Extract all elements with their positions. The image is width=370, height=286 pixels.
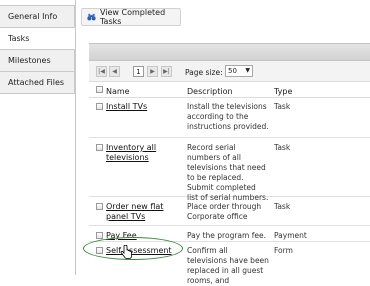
- tab-milestones[interactable]: Milestones: [0, 49, 75, 72]
- table-header: Name Description Type: [89, 83, 370, 98]
- table-row: Order new flat panel TVs Place order thr…: [89, 199, 370, 226]
- tasks-panel: View Completed Tasks |◀ ◀ 1 ▶ ▶| Page si…: [75, 0, 370, 285]
- task-type: Task: [274, 102, 291, 111]
- task-description: Confirm all televisions have been replac…: [187, 246, 269, 285]
- page-size-label: Page size:: [185, 68, 223, 77]
- task-name-link[interactable]: Self Assessment: [106, 246, 178, 256]
- task-name-link[interactable]: Install TVs: [106, 102, 178, 112]
- chevron-down-icon: ▼: [245, 67, 250, 74]
- task-description: Place order through Corporate office: [187, 202, 262, 221]
- row-checkbox[interactable]: [96, 247, 103, 254]
- table-row: Inventory all televisions Record serial …: [89, 140, 370, 202]
- select-all-checkbox[interactable]: [96, 86, 103, 93]
- tab-general-info[interactable]: General Info: [0, 5, 75, 28]
- task-name-link[interactable]: Order new flat panel TVs: [106, 202, 178, 222]
- current-page-number[interactable]: 1: [133, 66, 144, 77]
- first-page-icon[interactable]: |◀: [96, 66, 107, 77]
- table-row: Install TVs Install the televisions acco…: [89, 99, 370, 138]
- sidebar: General Info Tasks Milestones Attached F…: [0, 0, 76, 275]
- row-checkbox[interactable]: [96, 103, 103, 110]
- task-name-link[interactable]: Inventory all televisions: [106, 143, 178, 163]
- task-description: Record serial numbers of all televisions…: [187, 143, 269, 202]
- row-checkbox[interactable]: [96, 144, 103, 151]
- pager: |◀ ◀ 1 ▶ ▶| Page size: 50 ▼: [89, 61, 370, 82]
- task-description: Pay the program fee.: [187, 231, 266, 240]
- binoculars-icon: [87, 13, 96, 21]
- task-type: Payment: [274, 231, 307, 240]
- table-row: Pay Fee Pay the program fee. Payment: [89, 228, 370, 242]
- previous-page-icon[interactable]: ◀: [109, 66, 120, 77]
- view-completed-tasks-button[interactable]: View Completed Tasks: [81, 8, 181, 26]
- view-completed-tasks-label: View Completed Tasks: [99, 8, 166, 26]
- page-size-value: 50: [228, 67, 237, 75]
- row-checkbox[interactable]: [96, 232, 103, 239]
- column-header-type[interactable]: Type: [274, 87, 292, 96]
- row-checkbox[interactable]: [96, 203, 103, 210]
- tab-attached-files[interactable]: Attached Files: [0, 71, 75, 94]
- task-type: Task: [274, 202, 291, 211]
- task-type: Task: [274, 143, 291, 152]
- task-name-link[interactable]: Pay Fee: [106, 231, 178, 241]
- tab-tasks[interactable]: Tasks: [0, 27, 75, 50]
- next-page-icon[interactable]: ▶: [147, 66, 158, 77]
- task-type: Form: [274, 246, 293, 255]
- task-description: Install the televisions according to the…: [187, 102, 269, 131]
- column-header-name[interactable]: Name: [106, 87, 130, 96]
- column-header-description[interactable]: Description: [187, 87, 233, 96]
- page-size-select[interactable]: 50 ▼: [225, 65, 253, 77]
- last-page-icon[interactable]: ▶|: [161, 66, 172, 77]
- grid-title-bar: [89, 43, 370, 61]
- hand-cursor-icon: [120, 245, 132, 259]
